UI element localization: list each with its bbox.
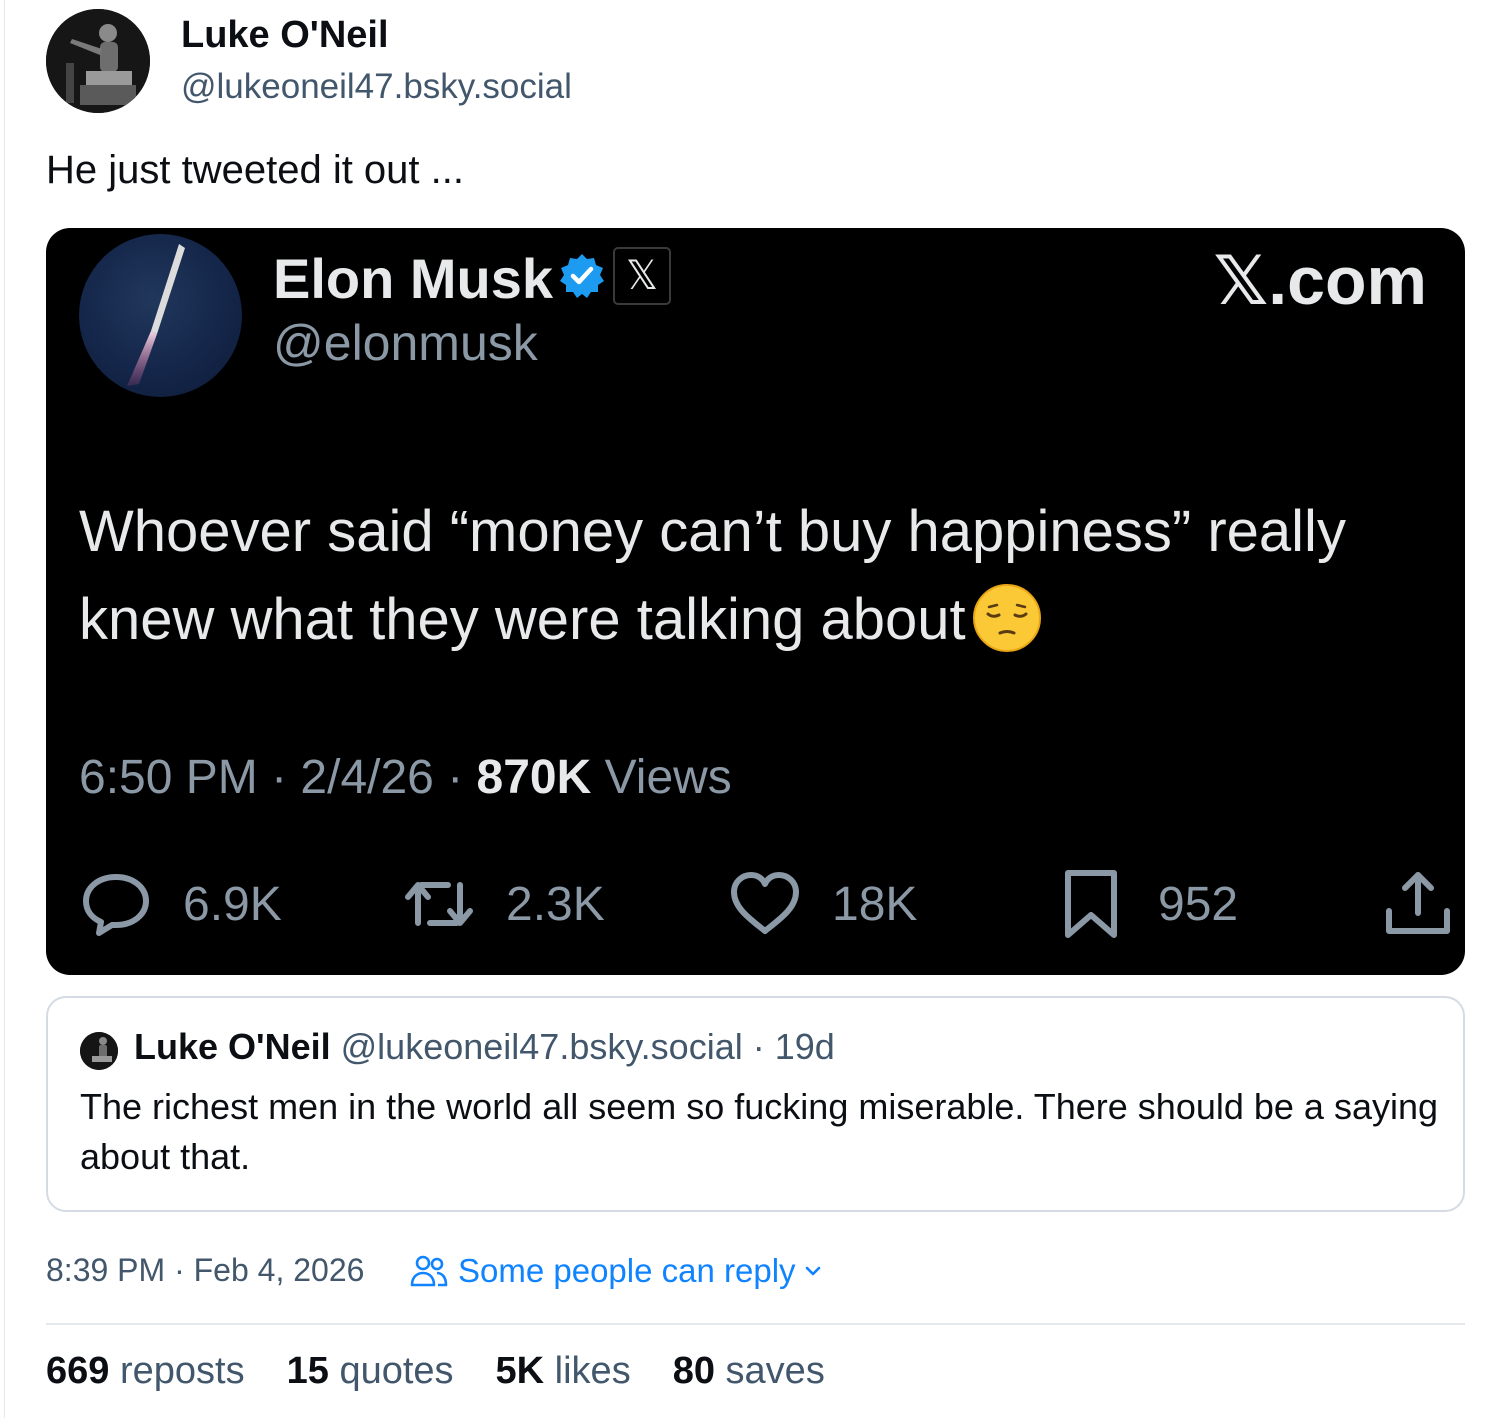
- repost-icon: [405, 882, 473, 926]
- x-replies-count: 6.9K: [183, 877, 282, 931]
- quotes-count[interactable]: 15 quotes: [287, 1350, 454, 1393]
- author-handle[interactable]: @lukeoneil47.bsky.social: [181, 67, 572, 107]
- verified-badge-icon: [560, 254, 604, 298]
- rocket-avatar: [79, 234, 242, 397]
- x-views-label: Views: [604, 751, 732, 804]
- embedded-image[interactable]: Elon Musk 𝕏 𝕏.com @elonmusk Whoever said…: [46, 228, 1465, 975]
- x-bookmarks-count: 952: [1158, 877, 1239, 931]
- x-likes-stat: 18K: [728, 868, 917, 940]
- like-icon: [731, 872, 799, 934]
- post-text: He just tweeted it out ...: [46, 148, 464, 192]
- x-likes-count: 18K: [832, 877, 918, 931]
- x-post-text: Whoever said “money can’t buy happiness”…: [79, 499, 1346, 652]
- quoted-post-card[interactable]: Luke O'Neil @lukeoneil47.bsky.social · 1…: [46, 996, 1465, 1212]
- quoted-post-age: 19d: [774, 1026, 835, 1067]
- divider: [46, 1323, 1465, 1325]
- author-name[interactable]: Luke O'Neil: [181, 14, 389, 57]
- pensive-face-icon: [972, 584, 1041, 652]
- x-logo-badge: 𝕏: [613, 247, 671, 305]
- quoted-author-name: Luke O'Neil: [134, 1026, 331, 1067]
- x-bookmarks-stat: 952: [1054, 868, 1238, 940]
- quoted-post-header: Luke O'Neil @lukeoneil47.bsky.social · 1…: [134, 1026, 835, 1067]
- author-avatar[interactable]: [46, 9, 150, 113]
- x-post-meta: 6:50 PM · 2/4/26 · 870K Views: [79, 751, 732, 804]
- bookmark-icon: [1065, 870, 1117, 938]
- reply-settings-label: Some people can reply: [458, 1252, 796, 1289]
- left-border: [4, 0, 5, 1418]
- x-views-count: 870K: [476, 751, 592, 804]
- x-share-stat: [1381, 868, 1455, 940]
- x-replies-stat: 6.9K: [79, 868, 282, 940]
- share-icon: [1386, 872, 1450, 934]
- quoted-author-avatar: [80, 1032, 118, 1070]
- chevron-down-icon: [805, 1266, 820, 1276]
- x-reposts-count: 2.3K: [506, 877, 605, 931]
- quoted-author-handle: @lukeoneil47.bsky.social: [340, 1026, 743, 1067]
- post-timestamp[interactable]: 8:39 PM · Feb 4, 2026: [46, 1252, 364, 1289]
- likes-count[interactable]: 5K likes: [496, 1350, 631, 1393]
- engagement-stats: 669 reposts 15 quotes 5K likes 80 saves: [46, 1350, 867, 1393]
- site-label: 𝕏.com: [1213, 243, 1428, 319]
- reposts-count[interactable]: 669 reposts: [46, 1350, 245, 1393]
- quoted-post-text: The richest men in the world all seem so…: [80, 1086, 1439, 1177]
- x-reposts-stat: 2.3K: [402, 868, 605, 940]
- x-time: 6:50 PM: [79, 751, 258, 804]
- reply-icon: [83, 874, 149, 936]
- people-icon: [410, 1255, 448, 1287]
- x-display-name: Elon Musk: [273, 247, 554, 310]
- saves-count[interactable]: 80 saves: [673, 1350, 825, 1393]
- x-handle: @elonmusk: [273, 315, 538, 371]
- reply-settings-button[interactable]: Some people can reply: [410, 1252, 832, 1290]
- x-date: 2/4/26: [300, 751, 434, 804]
